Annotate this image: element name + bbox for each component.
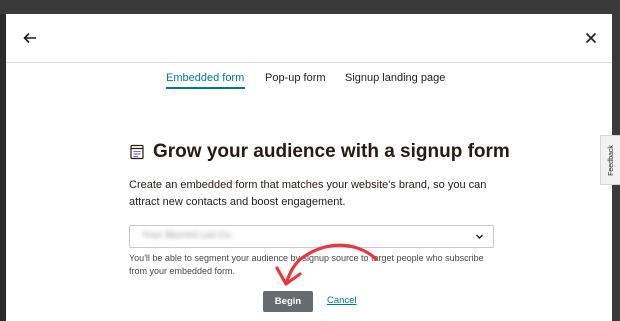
modal-header	[6, 14, 612, 63]
feedback-label: Feedback	[607, 144, 615, 176]
window-frame-top	[0, 0, 620, 14]
description-text: Create an embedded form that matches you…	[129, 179, 487, 208]
tab-embedded-form[interactable]: Embedded form	[166, 70, 244, 86]
form-document-icon	[130, 144, 144, 160]
form-type-tabs: Embedded form Pop-up form Signup landing…	[6, 70, 612, 102]
title-row: Grow your audience with a signup form	[129, 140, 510, 164]
audience-select-value: Your Blurred List Co	[142, 230, 232, 241]
helper-text: You'll be able to segment your audience …	[129, 253, 484, 276]
close-icon[interactable]	[581, 28, 601, 48]
arrow-left-icon[interactable]	[20, 28, 40, 48]
cancel-link[interactable]: Cancel	[327, 295, 357, 306]
signup-form-modal: Embedded form Pop-up form Signup landing…	[6, 14, 612, 321]
audience-select[interactable]: Your Blurred List Co	[129, 225, 494, 248]
active-tab-indicator	[166, 87, 245, 89]
page-title: Grow your audience with a signup form	[153, 141, 510, 162]
tab-signup-landing-page[interactable]: Signup landing page	[345, 70, 445, 86]
begin-button[interactable]: Begin	[263, 291, 313, 312]
tab-popup-form[interactable]: Pop-up form	[265, 70, 326, 86]
chevron-down-icon	[476, 234, 483, 239]
feedback-tab[interactable]: Feedback	[600, 135, 620, 185]
